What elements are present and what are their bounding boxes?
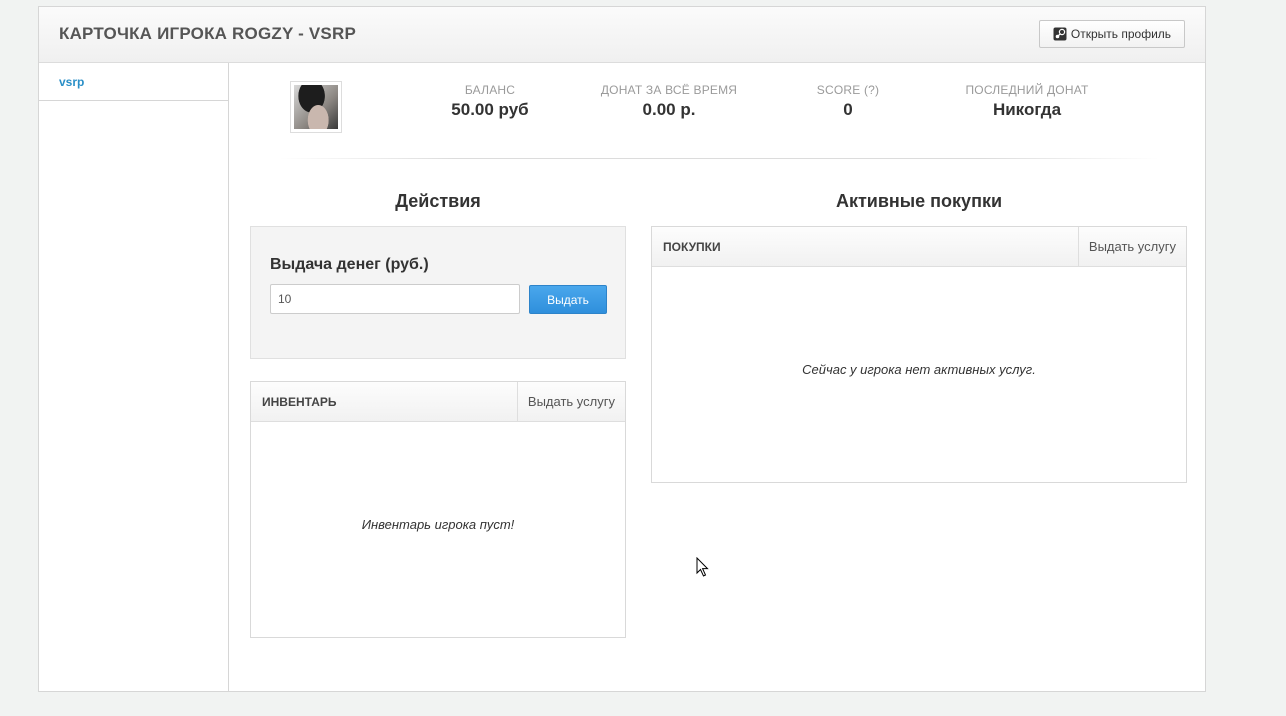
inventory-empty-text: Инвентарь игрока пуст! (361, 517, 515, 532)
avatar-image (294, 85, 338, 129)
purchases-table-title: ПОКУПКИ (663, 240, 721, 254)
purchases-table-header: ПОКУПКИ Выдать услугу (652, 227, 1186, 267)
avatar (290, 81, 342, 133)
sidebar: vsrp (39, 63, 229, 691)
inventory-table-title: ИНВЕНТАРЬ (262, 395, 337, 409)
actions-title: Действия (395, 191, 481, 211)
page-title: КАРТОЧКА ИГРОКА ROGZY - VSRP (59, 24, 356, 43)
purchases-empty-text: Сейчас у игрока нет активных услуг. (802, 362, 1036, 377)
player-card-panel: КАРТОЧКА ИГРОКА ROGZY - VSRP Открыть про… (38, 6, 1206, 692)
stat-score-value: 0 (843, 100, 853, 119)
open-profile-button[interactable]: Открыть профиль (1039, 20, 1185, 48)
stat-last-donate-label: ПОСЛЕДНИЙ ДОНАТ (965, 83, 1089, 97)
stat-balance: БАЛАНС 50.00 руб (430, 83, 550, 120)
money-grant-box: Выдача денег (руб.) Выдать (250, 226, 626, 359)
purchases-table: ПОКУПКИ Выдать услугу Сейчас у игрока не… (651, 226, 1187, 483)
money-grant-title: Выдача денег (руб.) (270, 256, 429, 273)
give-money-button[interactable]: Выдать (529, 285, 607, 314)
stat-balance-label: БАЛАНС (464, 83, 516, 97)
inventory-table-header: ИНВЕНТАРЬ Выдать услугу (251, 382, 625, 422)
inventory-grant-service-button[interactable]: Выдать услугу (516, 382, 625, 421)
stat-donate-total-value: 0.00 р. (642, 100, 696, 119)
stats-divider (279, 158, 1159, 159)
purchases-title: Активные покупки (835, 191, 1003, 211)
sidebar-item-label: vsrp (59, 75, 85, 89)
stat-score[interactable]: SCORE (?) 0 (798, 83, 898, 120)
money-amount-input[interactable] (270, 284, 520, 314)
purchases-grant-service-button[interactable]: Выдать услугу (1077, 227, 1186, 266)
inventory-table: ИНВЕНТАРЬ Выдать услугу Инвентарь игрока… (250, 381, 626, 638)
stat-donate-total: ДОНАТ ЗА ВСЁ ВРЕМЯ 0.00 р. (591, 83, 747, 120)
open-profile-label: Открыть профиль (1070, 27, 1172, 41)
stat-balance-value: 50.00 руб (451, 100, 529, 119)
mouse-cursor-icon (696, 557, 709, 577)
panel-header: КАРТОЧКА ИГРОКА ROGZY - VSRP Открыть про… (39, 7, 1205, 63)
stat-last-donate: ПОСЛЕДНИЙ ДОНАТ Никогда (951, 83, 1103, 120)
steam-icon (1053, 27, 1067, 41)
stat-last-donate-value: Никогда (992, 100, 1062, 119)
sidebar-item-vsrp[interactable]: vsrp (39, 63, 228, 101)
stat-donate-total-label: ДОНАТ ЗА ВСЁ ВРЕМЯ (600, 83, 738, 97)
stat-score-label[interactable]: SCORE (?) (798, 83, 898, 97)
